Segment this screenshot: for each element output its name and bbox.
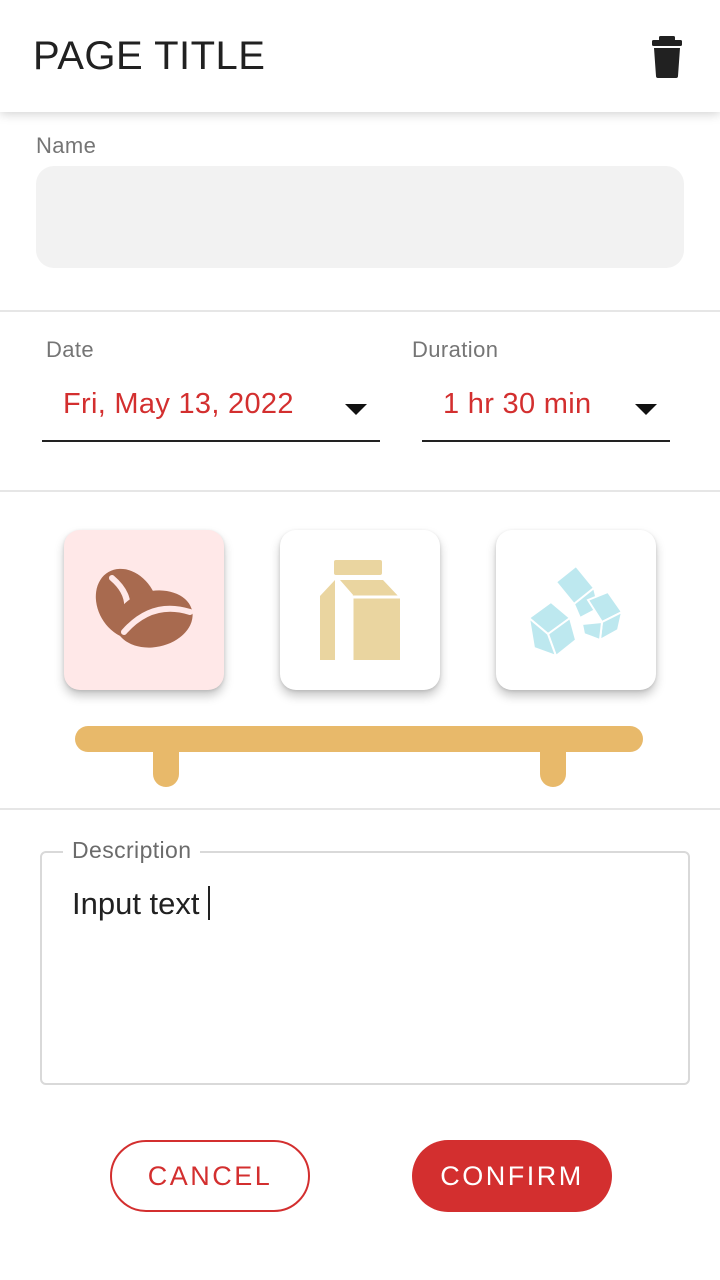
milk-carton-tile[interactable] (280, 530, 440, 690)
sugar-cubes-icon (527, 564, 624, 658)
sugar-cubes-tile[interactable] (496, 530, 656, 690)
text-cursor (207, 886, 210, 920)
milk-carton-icon (320, 560, 400, 660)
chevron-down-icon (635, 404, 657, 415)
edit-entry-screen: PAGE TITLE Name Date Duration Fri, May 1… (0, 0, 720, 1280)
description-input[interactable]: Input text (72, 886, 210, 922)
name-input[interactable] (36, 166, 684, 268)
duration-dropdown[interactable]: 1 hr 30 min (422, 378, 670, 442)
date-dropdown[interactable]: Fri, May 13, 2022 (42, 378, 380, 442)
selection-bracket (75, 726, 643, 787)
page-title: PAGE TITLE (33, 34, 266, 78)
divider (0, 808, 720, 810)
description-value: Input text (72, 886, 200, 921)
date-value: Fri, May 13, 2022 (63, 388, 294, 420)
date-label: Date (46, 337, 95, 362)
description-label: Description (63, 837, 201, 864)
duration-value: 1 hr 30 min (443, 388, 592, 420)
divider (0, 310, 720, 312)
app-bar: PAGE TITLE (0, 0, 720, 112)
duration-label: Duration (412, 337, 499, 362)
trash-icon[interactable] (648, 36, 686, 78)
coffee-beans-tile[interactable] (64, 530, 224, 690)
chevron-down-icon (345, 404, 367, 415)
confirm-button[interactable]: CONFIRM (412, 1140, 612, 1212)
name-label: Name (36, 133, 97, 158)
cancel-button[interactable]: CANCEL (110, 1140, 310, 1212)
divider (0, 490, 720, 492)
coffee-beans-icon (95, 568, 193, 648)
